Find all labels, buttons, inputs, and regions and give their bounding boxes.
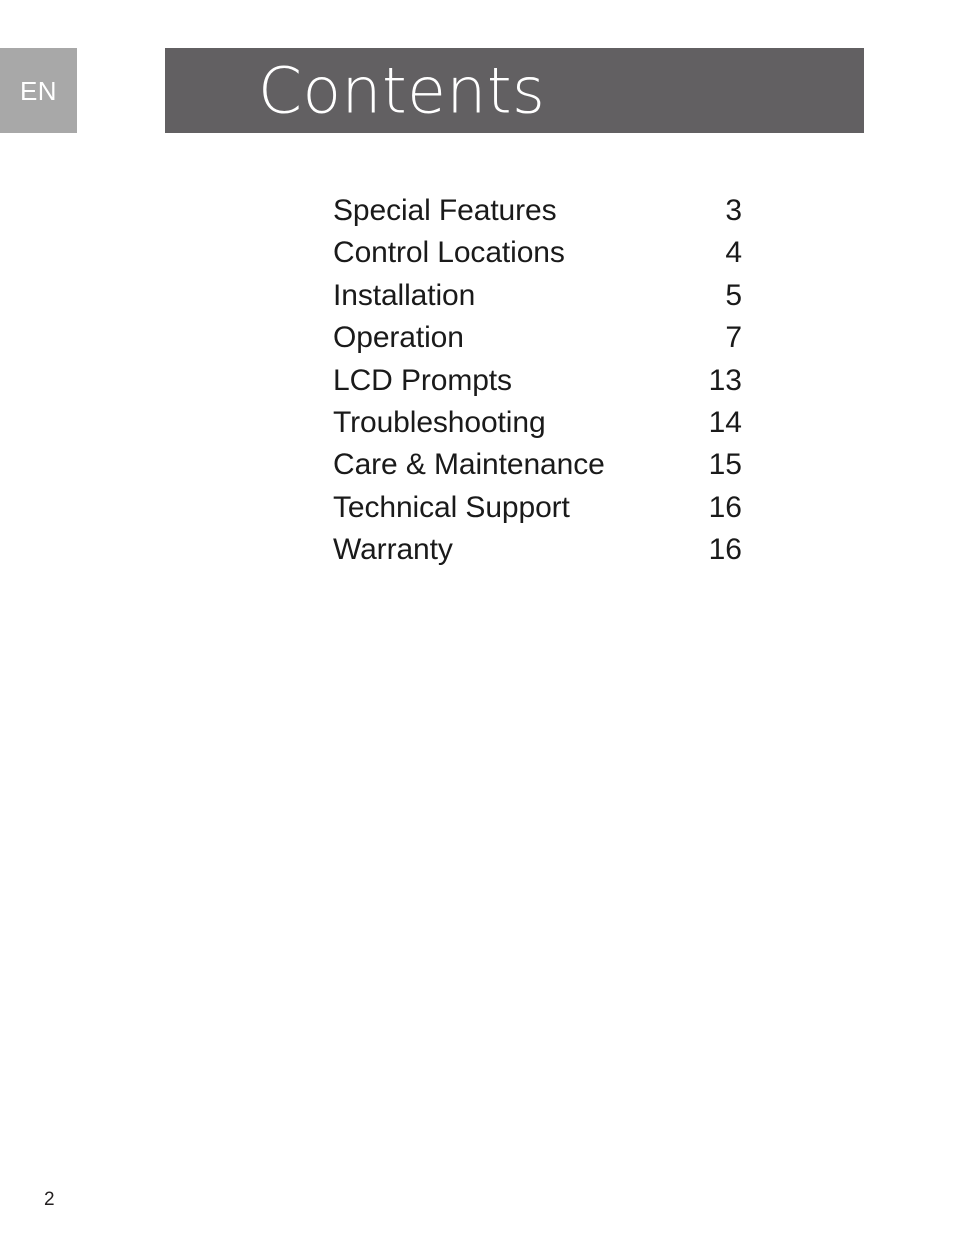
table-of-contents: Special Features 3 Control Locations 4 I… — [333, 190, 742, 572]
toc-entry[interactable]: Technical Support 16 — [333, 487, 742, 529]
toc-entry-page-number: 13 — [708, 363, 742, 397]
toc-entry[interactable]: LCD Prompts 13 — [333, 360, 742, 402]
toc-entry-page-number: 16 — [708, 490, 742, 524]
toc-entry[interactable]: Troubleshooting 14 — [333, 402, 742, 444]
toc-entry[interactable]: Control Locations 4 — [333, 232, 742, 274]
toc-entry-title: Troubleshooting — [333, 405, 546, 439]
toc-entry[interactable]: Installation 5 — [333, 275, 742, 317]
page-folio-number: 2 — [44, 1189, 55, 1210]
page-title: Contents — [258, 54, 546, 127]
toc-entry-title: Technical Support — [333, 490, 570, 524]
toc-entry-title: Operation — [333, 321, 464, 355]
language-tab-en: EN — [0, 48, 77, 133]
toc-entry[interactable]: Care & Maintenance 15 — [333, 444, 742, 486]
toc-entry-title: Care & Maintenance — [333, 448, 605, 482]
toc-entry[interactable]: Warranty 16 — [333, 529, 742, 571]
toc-entry-page-number: 4 — [725, 236, 742, 270]
toc-entry-title: Warranty — [333, 533, 453, 567]
page-title-bar: Contents — [165, 48, 864, 133]
toc-entry[interactable]: Special Features 3 — [333, 190, 742, 232]
toc-entry-page-number: 16 — [708, 533, 742, 567]
toc-entry-title: Special Features — [333, 194, 557, 227]
toc-entry-title: Control Locations — [333, 236, 565, 270]
language-tab-label: EN — [19, 75, 58, 106]
toc-entry-page-number: 14 — [708, 405, 742, 439]
toc-entry-page-number: 3 — [725, 194, 742, 227]
document-page: EN Contents Special Features 3 Control L… — [0, 0, 954, 1241]
toc-entry-page-number: 5 — [725, 278, 742, 312]
toc-entry-page-number: 15 — [708, 448, 742, 482]
toc-entry-page-number: 7 — [725, 321, 742, 355]
toc-entry[interactable]: Operation 7 — [333, 317, 742, 359]
toc-entry-title: LCD Prompts — [333, 363, 512, 397]
toc-entry-title: Installation — [333, 278, 476, 312]
